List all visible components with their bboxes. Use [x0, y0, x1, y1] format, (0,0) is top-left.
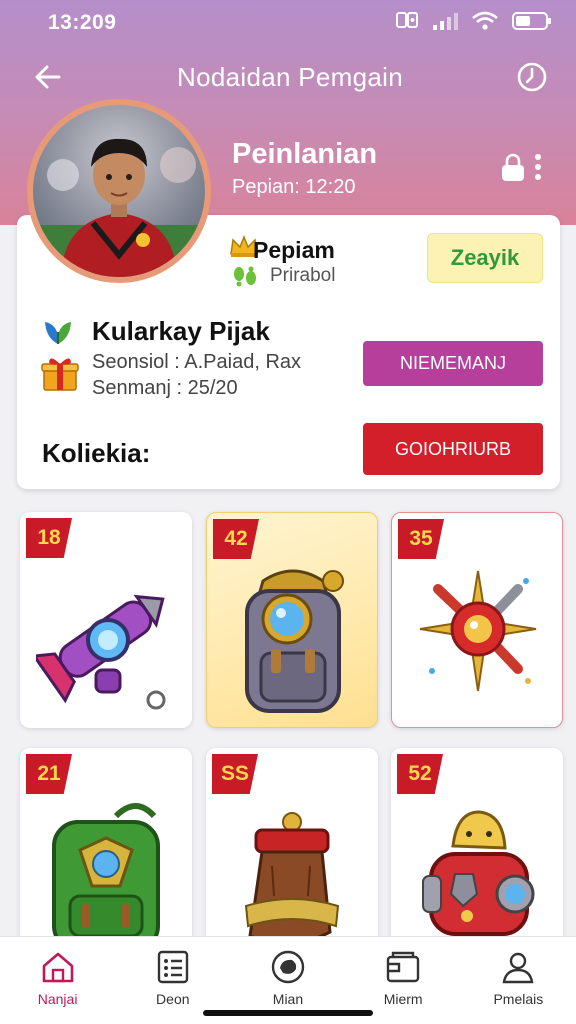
home-indicator	[203, 1010, 373, 1016]
history-button[interactable]	[514, 59, 550, 95]
nav-item-profile[interactable]: Pmelais	[463, 937, 573, 1024]
collection-item-1[interactable]: 18	[20, 512, 192, 728]
status-icons	[396, 11, 552, 36]
detail-line-1: Seonsiol : A.Paiad, Rax	[92, 351, 302, 373]
player-name: Peinlanian	[232, 138, 378, 170]
back-button[interactable]	[30, 59, 66, 95]
signal-icon	[432, 11, 458, 36]
nav-label: Mierm	[383, 991, 423, 1007]
section-title: Kularkay Pijak	[92, 316, 270, 346]
primary-action-button[interactable]: NIEMEMANJ	[363, 341, 543, 386]
robot-helmet-icon	[422, 810, 535, 936]
status-bar: 13:209	[0, 0, 576, 46]
player-photo	[33, 105, 205, 277]
leaf-icon	[42, 316, 74, 346]
leather-pouch-icon	[244, 812, 340, 945]
collection-item-6[interactable]: 52	[391, 748, 563, 964]
home-icon	[42, 952, 73, 983]
more-vertical-icon[interactable]	[534, 153, 542, 186]
person-icon	[502, 952, 534, 984]
title-bar: Nodaidan Pemgain	[0, 52, 576, 102]
player-level-label: Pepiam	[253, 237, 335, 263]
avatar[interactable]	[27, 99, 211, 283]
status-badge: Zeayik	[427, 233, 543, 283]
nfc-icon	[396, 11, 418, 36]
nav-item-home[interactable]: Nanjai	[3, 937, 113, 1024]
nav-label: Nanjai	[37, 991, 78, 1007]
collection-item-3[interactable]: 35	[391, 512, 563, 728]
collection-item-2[interactable]: 42	[206, 512, 378, 728]
wallet-icon	[386, 951, 420, 983]
collection-action-button[interactable]: GOIOHRIURB	[363, 423, 543, 475]
header-actions	[500, 152, 542, 187]
page-title: Nodaidan Pemgain	[177, 61, 403, 92]
clock-icon	[517, 62, 547, 92]
player-subtitle: Pepian: 12:20	[232, 176, 356, 198]
wifi-icon	[472, 11, 498, 36]
chat-icon	[271, 950, 305, 984]
backpack-icon	[245, 569, 344, 713]
collection-label: Koliekia:	[42, 438, 151, 468]
list-icon	[157, 950, 188, 984]
footsteps-icon	[232, 265, 258, 287]
collection-item-5[interactable]: SS	[206, 748, 378, 964]
player-role-label: Prirabol	[270, 265, 336, 286]
arrow-left-icon	[35, 65, 61, 89]
battery-icon	[512, 11, 552, 36]
rocket-gadget-icon	[36, 594, 166, 710]
nav-label: Deon	[156, 991, 190, 1007]
gift-box-icon	[40, 354, 80, 392]
compass-star-icon	[419, 570, 537, 692]
nav-label: Mian	[272, 991, 304, 1007]
collection-item-4[interactable]: 21	[20, 748, 192, 964]
green-backpack-icon	[52, 803, 160, 952]
detail-line-2: Senmanj : 25/20	[92, 377, 238, 399]
nav-label: Pmelais	[493, 991, 544, 1007]
status-time: 13:209	[48, 11, 117, 34]
lock-icon[interactable]	[500, 152, 526, 187]
